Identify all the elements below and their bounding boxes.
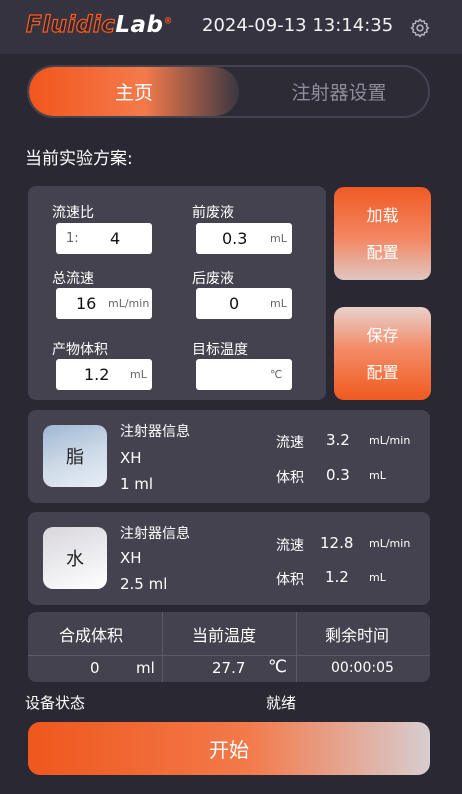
remaining-time-value: 00:00:05 [331, 660, 394, 676]
tab-syringe-settings[interactable]: 注射器设置 [249, 67, 428, 116]
current-temp-value: 27.7 [212, 659, 246, 677]
gear-icon[interactable] [409, 17, 431, 39]
target-temp-input[interactable]: ℃ [196, 359, 292, 390]
product-volume-label: 产物体积 [52, 342, 108, 358]
run-summary-table: 合成体积 当前温度 剩余时间 0 ml 27.7 ℃ 00:00:05 [28, 612, 430, 682]
datetime-display: 2024-09-13 13:14:35 [202, 15, 394, 36]
syringe-model: XH [120, 549, 142, 567]
syringe-card-fat: 脂 注射器信息 XH 1 ml 流速 3.2 mL/min 体积 0.3 mL [28, 410, 430, 503]
pre-waste-label: 前废液 [192, 205, 234, 221]
syringe-size: 1 ml [120, 475, 154, 493]
total-flow-label: 总流速 [52, 271, 94, 287]
start-button[interactable]: 开始 [28, 722, 430, 775]
summary-header-volume: 合成体积 [59, 626, 124, 645]
syringe-info-title: 注射器信息 [120, 424, 190, 440]
syringe-model: XH [120, 449, 142, 467]
current-temp-unit: ℃ [268, 657, 288, 677]
syringe-flow-label: 流速 [276, 435, 304, 451]
syringe-fat-icon[interactable]: 脂 [43, 425, 107, 487]
tab-home[interactable]: 主页 [29, 67, 239, 116]
top-bar: FluidicLab® 2024-09-13 13:14:35 [0, 0, 462, 54]
device-status-value: 就绪 [266, 694, 297, 712]
syringe-flow-value: 3.2 [326, 431, 350, 449]
total-flow-input[interactable]: 16 mL/min [56, 288, 152, 319]
product-volume-input[interactable]: 1.2 mL [56, 359, 152, 390]
pre-waste-input[interactable]: 0.3 mL [196, 223, 292, 254]
flow-ratio-label: 流速比 [52, 205, 94, 221]
syringe-card-water: 水 注射器信息 XH 2.5 ml 流速 12.8 mL/min 体积 1.2 … [28, 512, 430, 605]
synth-volume-unit: ml [136, 659, 155, 677]
syringe-volume-value: 1.2 [325, 568, 349, 586]
syringe-flow-value: 12.8 [320, 534, 354, 552]
syringe-volume-label: 体积 [276, 572, 304, 588]
section-title: 当前实验方案: [25, 149, 133, 169]
device-status-label: 设备状态 [25, 694, 86, 712]
syringe-water-icon[interactable]: 水 [43, 527, 107, 589]
flow-ratio-input[interactable]: 1: 4 [56, 223, 152, 254]
summary-header-temp: 当前温度 [192, 626, 257, 645]
syringe-flow-label: 流速 [276, 538, 304, 554]
summary-header-time: 剩余时间 [325, 626, 390, 645]
post-waste-input[interactable]: 0 mL [196, 288, 292, 319]
target-temp-label: 目标温度 [192, 342, 248, 358]
synth-volume-value: 0 [90, 659, 100, 677]
syringe-flow-unit: mL/min [369, 434, 411, 447]
syringe-volume-unit: mL [369, 469, 386, 482]
main-tabs: 主页 注射器设置 [27, 65, 430, 118]
post-waste-label: 后废液 [192, 271, 234, 287]
load-config-button[interactable]: 加载 配置 [334, 187, 431, 280]
syringe-volume-label: 体积 [276, 470, 304, 486]
save-config-button[interactable]: 保存 配置 [334, 307, 431, 400]
app-logo: FluidicLab® [25, 11, 173, 38]
syringe-volume-unit: mL [369, 571, 386, 584]
syringe-flow-unit: mL/min [369, 537, 411, 550]
syringe-volume-value: 0.3 [326, 466, 350, 484]
experiment-params-panel: 流速比 1: 4 前废液 0.3 mL 总流速 16 mL/min 后废液 0 … [28, 186, 326, 400]
syringe-info-title: 注射器信息 [120, 526, 190, 542]
syringe-size: 2.5 ml [120, 575, 168, 593]
